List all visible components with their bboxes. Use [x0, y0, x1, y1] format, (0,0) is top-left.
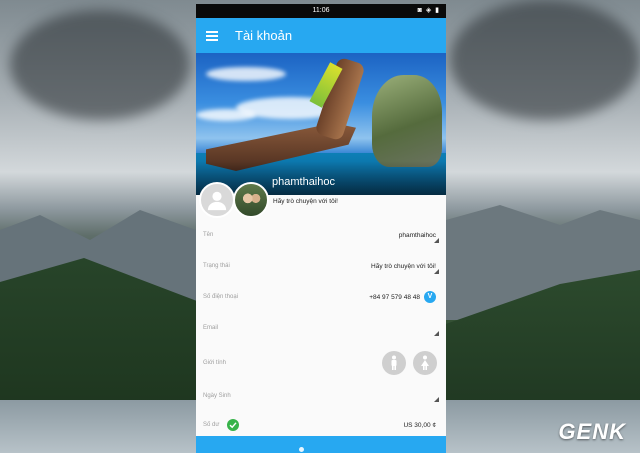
default-avatar-icon[interactable]	[199, 182, 235, 218]
edit-corner-icon	[434, 397, 439, 402]
field-status[interactable]: Trạng thái Hãy trò chuyện với tôi!	[196, 253, 446, 284]
profile-username: phamthaihoc	[272, 176, 335, 188]
edit-corner-icon	[434, 331, 439, 336]
background-cloud	[10, 10, 190, 120]
genk-watermark-logo: GENK	[558, 419, 626, 444]
field-value: Hãy trò chuyện với tôi!	[371, 263, 436, 270]
female-icon[interactable]	[413, 351, 437, 375]
field-gender: Giới tính	[196, 346, 446, 381]
male-icon[interactable]	[382, 351, 406, 375]
status-bar: 11:06 ◙ ◈ ▮	[196, 4, 446, 18]
edit-corner-icon	[434, 238, 439, 243]
field-value: +84 97 579 48 48	[369, 294, 420, 301]
field-label: Số dư	[203, 422, 220, 428]
field-label: Email	[203, 325, 219, 331]
app-bar: Tài khoản	[196, 18, 446, 53]
status-time: 11:06	[312, 7, 330, 14]
page-title: Tài khoản	[235, 28, 293, 43]
background-cloud	[450, 0, 640, 120]
hamburger-menu-icon[interactable]	[206, 30, 218, 41]
field-value: US 30,00 ¢	[403, 422, 436, 429]
status-icons: ◙ ◈ ▮	[417, 7, 440, 14]
account-form: Tên phamthaihoc Trạng thái Hãy trò chuyệ…	[196, 222, 446, 443]
profile-status-text: Hãy trò chuyện với tôi!	[273, 198, 338, 205]
profile-avatar[interactable]	[233, 182, 269, 218]
edit-corner-icon	[434, 269, 439, 274]
field-label: Trạng thái	[203, 263, 230, 269]
field-value: phamthaihoc	[398, 232, 436, 239]
field-label: Ngày Sinh	[203, 393, 231, 399]
field-phone[interactable]: Số điện thoại +84 97 579 48 48 V	[196, 284, 446, 315]
bottom-indicator-icon	[299, 447, 304, 452]
field-label: Số điện thoại	[203, 294, 239, 300]
field-email[interactable]: Email	[196, 315, 446, 346]
field-label: Tên	[203, 232, 214, 238]
bottom-action-bar[interactable]	[196, 436, 446, 453]
field-birthday[interactable]: Ngày Sinh	[196, 381, 446, 412]
cover-rock-island	[372, 75, 442, 167]
field-name[interactable]: Tên phamthaihoc	[196, 222, 446, 253]
check-circle-icon	[227, 419, 239, 431]
cover-photo[interactable]: phamthaihoc	[196, 53, 446, 195]
field-label: Giới tính	[203, 360, 226, 366]
verified-badge-icon: V	[424, 291, 436, 303]
